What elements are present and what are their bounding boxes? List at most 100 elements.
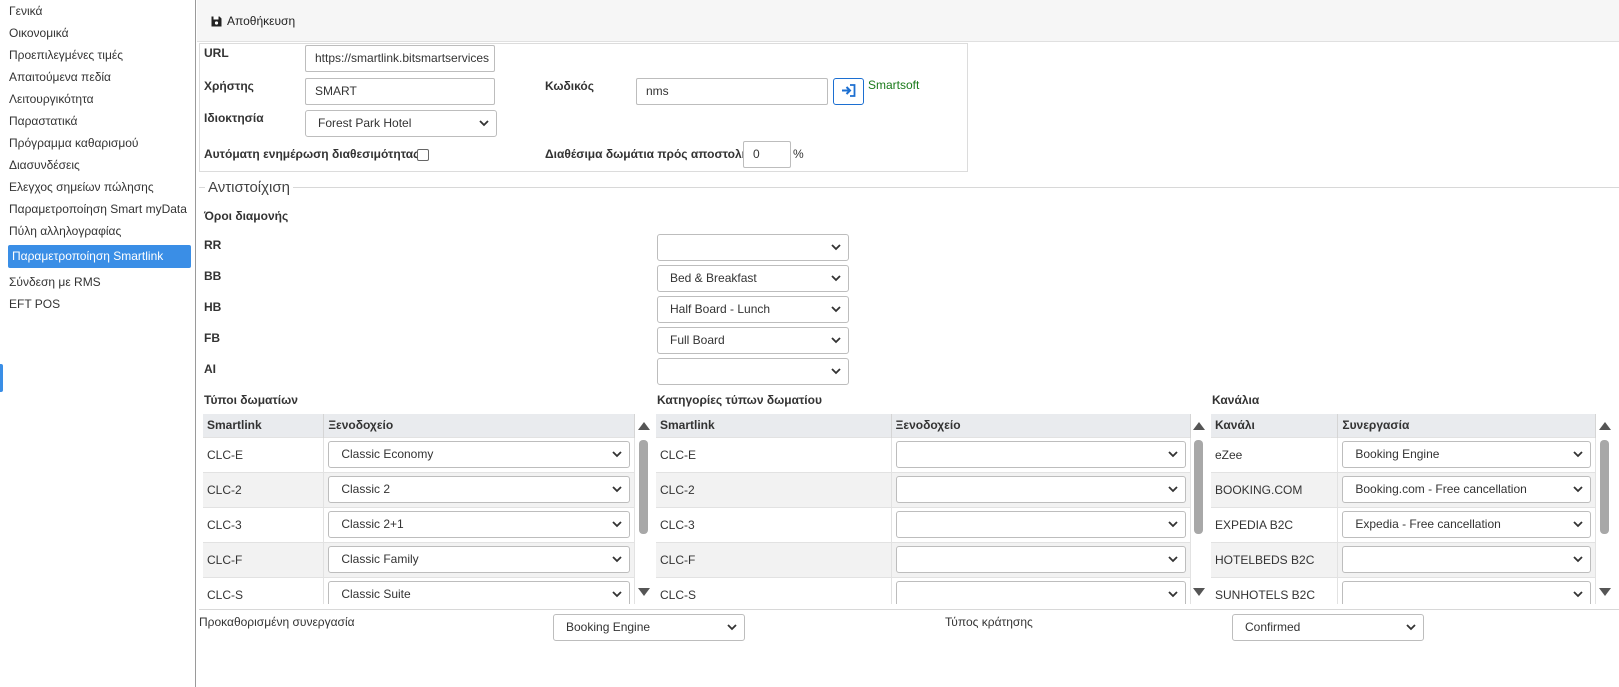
- row-select-value: Classic 2: [341, 482, 390, 496]
- chevron-down-icon: [1573, 451, 1583, 458]
- sidebar-item[interactable]: Προεπιλεγμένες τιμές: [6, 44, 195, 66]
- user-label: Χρήστης: [204, 79, 254, 93]
- sidebar-item[interactable]: Γενικά: [6, 0, 195, 22]
- password-field[interactable]: nms: [636, 78, 828, 105]
- column-header[interactable]: Smartlink: [656, 414, 892, 437]
- row-select-cell: [891, 471, 1191, 507]
- row-select[interactable]: [895, 546, 1186, 573]
- sidebar-item[interactable]: Σύνδεση με RMS: [6, 271, 195, 293]
- row-select-cell: [891, 576, 1191, 604]
- board-term-select[interactable]: Full Board: [657, 327, 849, 354]
- scroll-up-icon[interactable]: [638, 422, 650, 430]
- row-select-cell: [891, 541, 1191, 577]
- save-button-label: Αποθήκευση: [227, 14, 296, 28]
- row-select[interactable]: [895, 511, 1186, 538]
- property-label: Ιδιοκτησία: [204, 111, 264, 125]
- room-categories-table: Smartlink Ξενοδοχείο CLC-E CLC-2 CLC-3 CLC-F C…: [656, 414, 1191, 604]
- column-header[interactable]: Ξενοδοχείο: [323, 414, 635, 437]
- sidebar-item[interactable]: Απαιτούμενα πεδία: [6, 66, 195, 88]
- row-code: CLC-3: [656, 506, 892, 542]
- property-select[interactable]: Forest Park Hotel: [305, 110, 497, 137]
- channels-scrollbar[interactable]: [1598, 414, 1612, 604]
- chevron-down-icon: [1573, 591, 1583, 598]
- floppy-disk-icon: [211, 16, 222, 27]
- row-select[interactable]: Classic 2: [328, 476, 630, 503]
- url-field[interactable]: https://smartlink.bitsmartservices: [305, 45, 495, 72]
- scroll-up-icon[interactable]: [1599, 422, 1611, 430]
- chevron-down-icon: [1573, 486, 1583, 493]
- default-partner-label: Προκαθορισμένη συνεργασία: [199, 615, 355, 629]
- sidebar-item[interactable]: Παραμετροποίηση Smartlink: [8, 245, 191, 268]
- row-code: CLC-F: [656, 541, 892, 577]
- table-row: CLC-3: [656, 506, 1191, 542]
- sidebar-list: Γενικά Οικονομικά Προεπιλεγμένες τιμές Απαι…: [6, 0, 195, 315]
- default-partner-select[interactable]: Booking Engine: [553, 614, 745, 641]
- row-select[interactable]: Classic Economy: [328, 441, 630, 468]
- sidebar-item[interactable]: Λειτουργικότητα: [6, 88, 195, 110]
- room-categories-grid: Smartlink Ξενοδοχείο CLC-E CLC-2 CLC-3 CLC-F C…: [656, 414, 1191, 604]
- row-select-cell: Booking Engine: [1337, 436, 1596, 472]
- sidebar-item[interactable]: Πύλη αλληλογραφίας: [6, 220, 195, 242]
- room-types-scrollbar[interactable]: [637, 414, 651, 604]
- table-row: CLC-E Classic Economy: [203, 436, 635, 472]
- sidebar-item[interactable]: EFT POS: [6, 293, 195, 315]
- sidebar-item[interactable]: Παραμετροποίηση Smart myData: [6, 198, 195, 220]
- chevron-down-icon: [612, 556, 622, 563]
- auto-update-checkbox[interactable]: [417, 149, 429, 161]
- column-header[interactable]: Συνεργασία: [1337, 414, 1596, 437]
- board-term-select[interactable]: [657, 358, 849, 385]
- scroll-down-icon[interactable]: [1193, 588, 1205, 596]
- sidebar-item[interactable]: Πρόγραμμα καθαρισμού: [6, 132, 195, 154]
- room-categories-scrollbar[interactable]: [1192, 414, 1206, 604]
- sidebar-item[interactable]: Παραστατικά: [6, 110, 195, 132]
- table-row: CLC-S: [656, 576, 1191, 604]
- board-term-select[interactable]: Bed & Breakfast: [657, 265, 849, 292]
- chevron-down-icon: [1168, 591, 1178, 598]
- row-select[interactable]: Booking Engine: [1342, 441, 1591, 468]
- scroll-thumb[interactable]: [1600, 440, 1609, 534]
- board-term-select[interactable]: Half Board - Lunch: [657, 296, 849, 323]
- user-field[interactable]: SMART: [305, 78, 495, 105]
- chevron-down-icon: [1573, 556, 1583, 563]
- settings-sidebar: Γενικά Οικονομικά Προεπιλεγμένες τιμές Απαι…: [6, 0, 196, 687]
- row-select[interactable]: Booking.com - Free cancellation: [1342, 476, 1591, 503]
- row-select[interactable]: [895, 441, 1186, 468]
- rooms-send-field[interactable]: 0: [743, 141, 791, 168]
- row-select[interactable]: Expedia - Free cancellation: [1342, 511, 1591, 538]
- row-select[interactable]: [895, 476, 1186, 503]
- table-row: EXPEDIA B2C Expedia - Free cancellation: [1211, 506, 1596, 542]
- row-select[interactable]: [1342, 546, 1591, 573]
- scroll-thumb[interactable]: [639, 440, 648, 534]
- board-term-select[interactable]: [657, 234, 849, 261]
- row-select[interactable]: Classic Family: [328, 546, 630, 573]
- row-select[interactable]: [1342, 581, 1591, 604]
- row-select-cell: Classic Economy: [323, 436, 635, 472]
- row-select-value: Booking Engine: [1355, 447, 1440, 461]
- scroll-up-icon[interactable]: [1193, 422, 1205, 430]
- row-select[interactable]: Classic 2+1: [328, 511, 630, 538]
- property-select-value: Forest Park Hotel: [318, 116, 412, 130]
- booking-type-select[interactable]: Confirmed: [1232, 614, 1424, 641]
- login-button[interactable]: [833, 78, 864, 105]
- scroll-down-icon[interactable]: [638, 588, 650, 596]
- row-code: CLC-S: [203, 576, 325, 604]
- scroll-thumb[interactable]: [1194, 440, 1203, 534]
- room-types-grid: Smartlink Ξενοδοχείο CLC-E Classic Economy C…: [203, 414, 635, 604]
- chevron-down-icon: [1168, 486, 1178, 493]
- row-select[interactable]: [895, 581, 1186, 604]
- row-code: CLC-F: [203, 541, 325, 577]
- column-header[interactable]: Smartlink: [203, 414, 325, 437]
- sidebar-item[interactable]: Ελεγχος σημείων πώλησης: [6, 176, 195, 198]
- row-select[interactable]: Classic Suite: [328, 581, 630, 604]
- sidebar-item[interactable]: Οικονομικά: [6, 22, 195, 44]
- scroll-down-icon[interactable]: [1599, 588, 1611, 596]
- chevron-down-icon: [1168, 556, 1178, 563]
- column-header[interactable]: Ξενοδοχείο: [891, 414, 1191, 437]
- sidebar-item[interactable]: Διασυνδέσεις: [6, 154, 195, 176]
- table-row: CLC-F: [656, 541, 1191, 577]
- column-header[interactable]: Κανάλι: [1211, 414, 1339, 437]
- row-select-value: Classic Suite: [341, 587, 411, 602]
- table-row: eZee Booking Engine: [1211, 436, 1596, 472]
- save-button[interactable]: Αποθήκευση: [211, 11, 295, 31]
- channels-title: Κανάλια: [1212, 393, 1260, 407]
